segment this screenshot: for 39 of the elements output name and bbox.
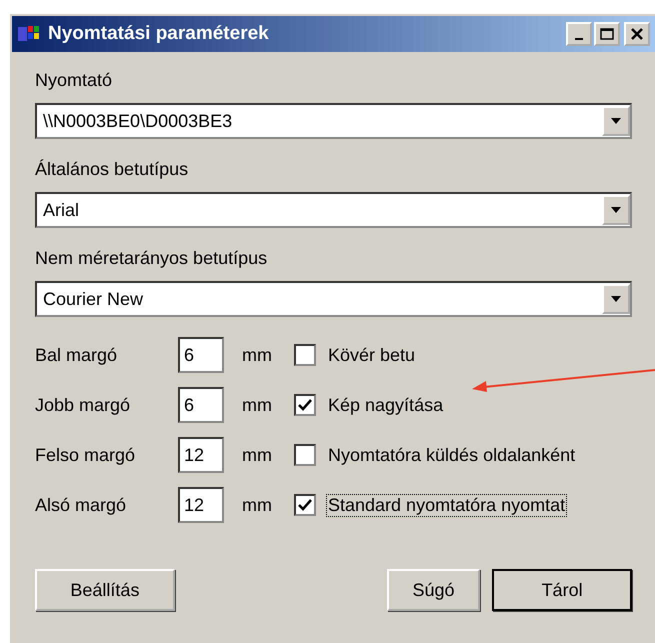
input-field[interactable]: 12 bbox=[178, 437, 224, 473]
dialog-button[interactable]: Tárol bbox=[492, 569, 632, 611]
field-label: Bal margó bbox=[35, 344, 118, 366]
unit-label: mm bbox=[242, 344, 272, 366]
dropdown[interactable]: \\N0003BE0\D0003BE3 bbox=[35, 103, 632, 139]
app-icon bbox=[18, 24, 40, 44]
close-icon bbox=[631, 28, 643, 40]
checkbox-label[interactable]: Kép nagyítása bbox=[326, 394, 446, 416]
field-label: Általános betutípus bbox=[35, 159, 190, 180]
maximize-button[interactable] bbox=[594, 22, 620, 46]
checkbox[interactable] bbox=[294, 494, 316, 516]
checkbox[interactable] bbox=[294, 444, 316, 466]
checkmark-icon bbox=[298, 499, 312, 511]
checkbox-label[interactable]: Kövér betu bbox=[326, 344, 418, 366]
maximize-icon bbox=[600, 28, 614, 40]
checkbox[interactable] bbox=[294, 394, 316, 416]
unit-label: mm bbox=[242, 444, 272, 466]
window-title: Nyomtatási paraméterek bbox=[48, 23, 270, 45]
field-label: Alsó margó bbox=[35, 494, 128, 516]
dropdown[interactable]: Courier New bbox=[35, 281, 632, 317]
checkbox-label[interactable]: Nyomtatóra küldés oldalanként bbox=[326, 444, 578, 466]
close-button[interactable] bbox=[624, 22, 650, 46]
dropdown[interactable]: Arial bbox=[35, 192, 632, 228]
checkbox[interactable] bbox=[294, 344, 316, 366]
dialog-button[interactable]: Beállítás bbox=[35, 569, 175, 611]
input-field[interactable]: 6 bbox=[178, 387, 224, 423]
field-label: Nyomtató bbox=[35, 70, 114, 91]
input-field[interactable]: 6 bbox=[178, 337, 224, 373]
unit-label: mm bbox=[242, 494, 272, 516]
checkbox-label[interactable]: Standard nyomtatóra nyomtat bbox=[326, 494, 568, 516]
field-label: Nem méretarányos betutípus bbox=[35, 248, 268, 269]
input-field[interactable]: 12 bbox=[178, 487, 224, 523]
field-label: Jobb margó bbox=[35, 394, 132, 416]
field-label: Felso margó bbox=[35, 444, 136, 466]
minimize-icon bbox=[575, 38, 583, 40]
dialog-button[interactable]: Súgó bbox=[386, 569, 480, 611]
checkmark-icon bbox=[298, 399, 312, 411]
minimize-button[interactable] bbox=[566, 22, 592, 46]
unit-label: mm bbox=[242, 394, 272, 416]
